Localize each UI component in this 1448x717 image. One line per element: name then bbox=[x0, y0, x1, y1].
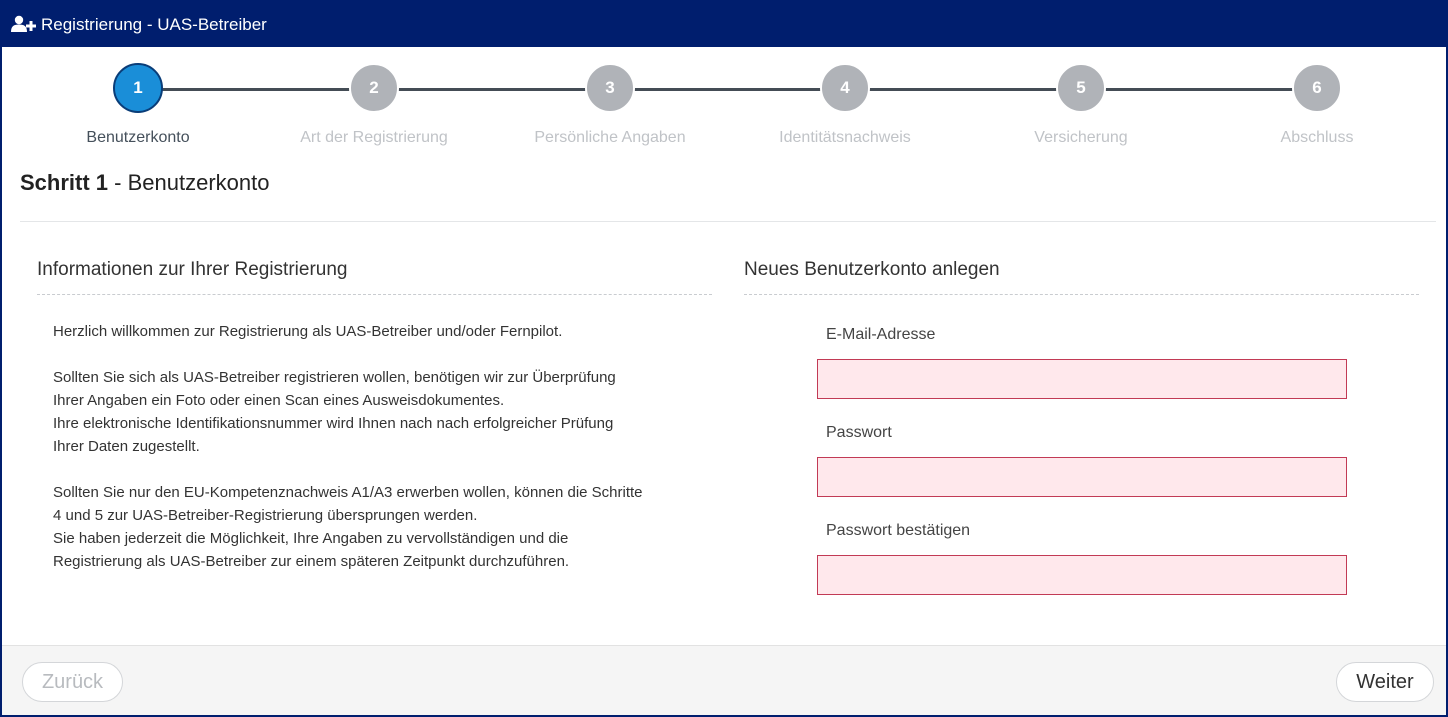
step-number: 6 bbox=[1292, 63, 1342, 113]
confirm-password-label: Passwort bestätigen bbox=[826, 522, 971, 539]
password-label: Passwort bbox=[826, 424, 892, 441]
info-line: Herzlich willkommen zur Registrierung al… bbox=[53, 323, 563, 340]
step-identitaetsnachweis[interactable]: 4 Identitätsnachweis bbox=[725, 63, 965, 147]
footer-bar bbox=[2, 645, 1446, 715]
step-number: 4 bbox=[820, 63, 870, 113]
info-text: Herzlich willkommen zur Registrierung al… bbox=[53, 320, 733, 596]
info-line: Ihrer Daten zugestellt. bbox=[53, 438, 200, 455]
step-label: Benutzerkonto bbox=[86, 129, 190, 146]
step-benutzerkonto[interactable]: 1 Benutzerkonto bbox=[18, 63, 258, 147]
page-title: Schritt 1 - Benutzerkonto bbox=[20, 170, 269, 196]
step-label: Persönliche Angaben bbox=[534, 129, 686, 146]
step-label: Identitätsnachweis bbox=[779, 129, 911, 146]
info-section-title: Informationen zur Ihrer Registrierung bbox=[37, 259, 348, 280]
user-add-icon bbox=[11, 15, 36, 32]
step-versicherung[interactable]: 5 Versicherung bbox=[961, 63, 1201, 147]
step-number: 2 bbox=[349, 63, 399, 113]
info-line: Ihrer Angaben ein Foto oder einen Scan e… bbox=[53, 392, 505, 409]
title-bar: Registrierung - UAS-Betreiber bbox=[2, 2, 1446, 47]
info-line: Ihre elektronische Identifikationsnummer… bbox=[53, 415, 614, 432]
step-title: - Benutzerkonto bbox=[114, 170, 270, 195]
step-abschluss[interactable]: 6 Abschluss bbox=[1197, 63, 1437, 147]
info-line: 4 und 5 zur UAS-Betreiber-Registrierung … bbox=[53, 507, 478, 524]
password-field[interactable] bbox=[817, 457, 1347, 497]
step-number: 5 bbox=[1056, 63, 1106, 113]
registration-window: Registrierung - UAS-Betreiber 1 Benutzer… bbox=[0, 0, 1448, 717]
email-label: E-Mail-Adresse bbox=[826, 326, 936, 343]
info-paragraph: Herzlich willkommen zur Registrierung al… bbox=[53, 320, 733, 343]
divider bbox=[20, 221, 1436, 222]
confirm-password-field[interactable] bbox=[817, 555, 1347, 595]
info-line: Sollten Sie sich als UAS-Betreiber regis… bbox=[53, 369, 616, 386]
info-paragraph: Sollten Sie sich als UAS-Betreiber regis… bbox=[53, 366, 733, 458]
info-divider bbox=[37, 294, 712, 295]
next-button[interactable]: Weiter bbox=[1336, 662, 1434, 702]
step-label: Abschluss bbox=[1280, 129, 1354, 146]
step-number: 3 bbox=[585, 63, 635, 113]
info-line: Sie haben jederzeit die Möglichkeit, Ihr… bbox=[53, 530, 569, 547]
step-art-der-registrierung[interactable]: 2 Art der Registrierung bbox=[254, 63, 494, 147]
step-label: Versicherung bbox=[1034, 129, 1128, 146]
account-divider bbox=[744, 294, 1419, 295]
window-title: Registrierung - UAS-Betreiber bbox=[41, 15, 267, 34]
info-line: Sollten Sie nur den EU-Kompetenznachweis… bbox=[53, 484, 643, 501]
info-paragraph: Sollten Sie nur den EU-Kompetenznachweis… bbox=[53, 481, 733, 573]
step-label: Art der Registrierung bbox=[300, 129, 448, 146]
info-line: Registrierung als UAS-Betreiber zur eine… bbox=[53, 553, 570, 570]
back-button[interactable]: Zurück bbox=[22, 662, 123, 702]
email-field[interactable] bbox=[817, 359, 1347, 399]
step-persoenliche-angaben[interactable]: 3 Persönliche Angaben bbox=[490, 63, 730, 147]
step-number: 1 bbox=[113, 63, 163, 113]
account-section-title: Neues Benutzerkonto anlegen bbox=[744, 259, 1000, 280]
step-prefix: Schritt 1 bbox=[20, 170, 109, 195]
